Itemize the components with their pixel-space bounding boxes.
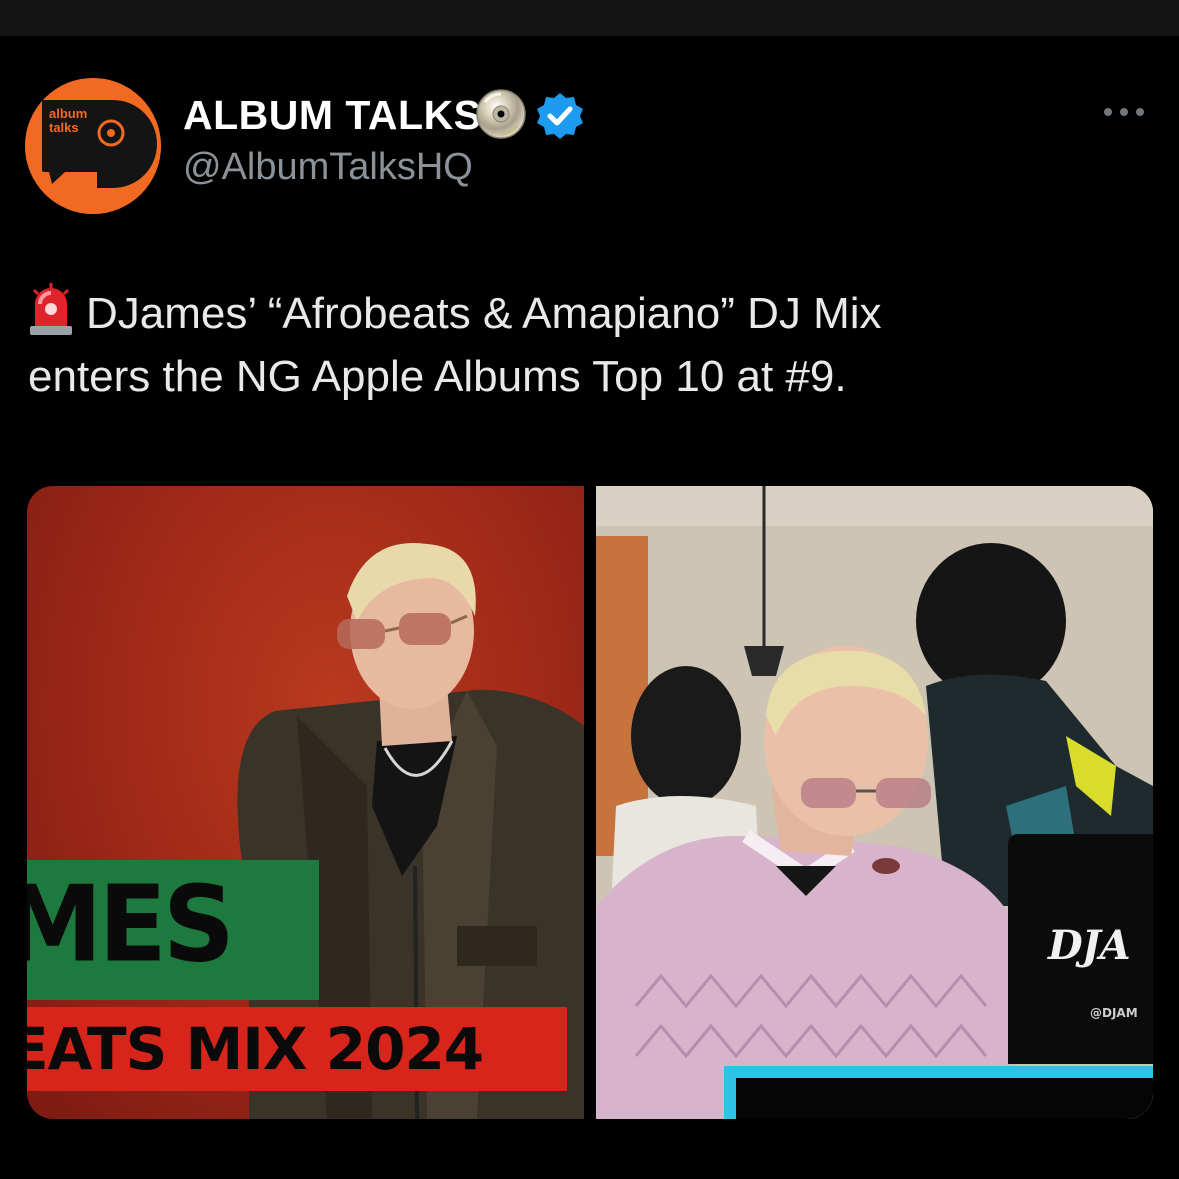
cover-title-band: MES	[27, 860, 319, 1000]
laptop-logo-text: DJA	[1048, 922, 1131, 969]
cover-title-text: MES	[27, 863, 235, 986]
tweet-line-1: DJames’ “Afrobeats & Amapiano” DJ Mix	[86, 289, 882, 338]
user-handle[interactable]: @AlbumTalksHQ	[183, 146, 473, 189]
avatar-text-line1: album	[49, 106, 87, 121]
cyan-frame	[724, 1066, 1153, 1119]
avatar-text-line2: talks	[49, 120, 79, 135]
album-talks-logo: album talks	[25, 78, 161, 214]
more-options-icon[interactable]	[1100, 100, 1148, 124]
verified-badge-icon[interactable]	[535, 91, 585, 141]
cd-icon	[476, 89, 526, 139]
cover-subtitle-text: EATS MIX 2024	[27, 1015, 484, 1083]
siren-icon	[30, 283, 72, 335]
top-bar	[0, 0, 1179, 36]
media-grid: MES EATS MIX 2024	[27, 486, 1153, 1119]
avatar[interactable]: album talks	[25, 78, 161, 214]
album-cover-image[interactable]: MES EATS MIX 2024	[27, 486, 584, 1119]
tweet-line-2: enters the NG Apple Albums Top 10 at #9.	[28, 352, 847, 401]
display-name[interactable]: ALBUM TALKS	[183, 92, 482, 139]
laptop-handle-text: @DJAM	[1090, 1006, 1138, 1020]
tweet-text: DJames’ “Afrobeats & Amapiano” DJ Mix en…	[28, 282, 1148, 408]
cover-subtitle-band: EATS MIX 2024	[27, 1007, 567, 1091]
laptop: DJA @DJAM	[1008, 834, 1153, 1064]
dj-photo-image[interactable]: DJA @DJAM	[596, 486, 1153, 1119]
